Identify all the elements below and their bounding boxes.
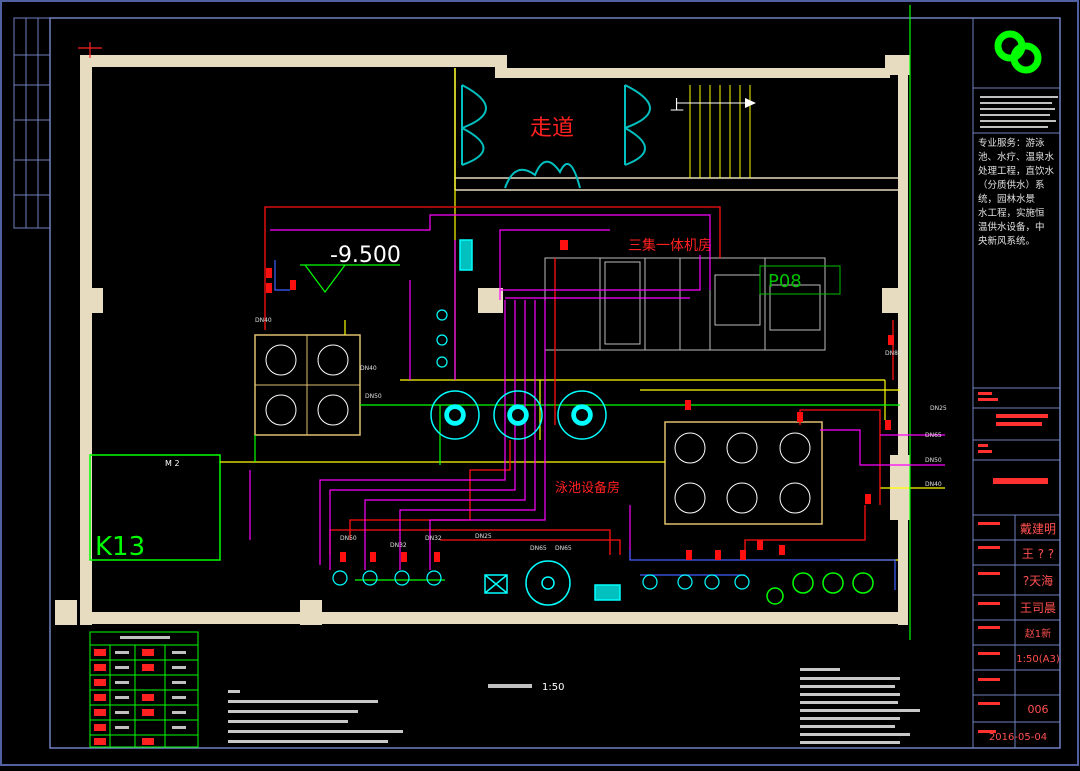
blurb-line: 央新风系统。 <box>978 235 1035 247</box>
stair-up-label: 上 <box>670 98 684 114</box>
level-marker-icon <box>300 264 400 294</box>
pipe-tag: DN50 <box>340 535 357 542</box>
designer-name: 戴建明 <box>1020 521 1056 536</box>
pipe-tag: DN80 <box>885 350 902 357</box>
reviewer-name: 赵1新 <box>1025 627 1051 640</box>
company-logo-icon <box>994 30 1042 74</box>
drawing-date: 2016-05-04 <box>989 732 1047 743</box>
pipes-green <box>254 5 911 640</box>
p08-label: P08 <box>768 271 802 292</box>
level-label: -9.500 <box>330 243 401 268</box>
pipe-tag: DN40 <box>360 365 377 372</box>
title-field-labels <box>978 392 1048 733</box>
drawing-canvas: 专业服务：游泳 池、水疗、温泉水 处理工程，直饮水 （分质供水）系 统，园林水景… <box>0 0 1079 766</box>
pipe-tag: DN65 <box>555 545 572 552</box>
filter-tank <box>664 421 823 525</box>
drafter-name: 王 ? ? <box>1022 547 1054 561</box>
blurb-line: 统，园林水景 <box>978 193 1035 205</box>
plan-scale-label: 1:50 <box>542 682 564 693</box>
pipe-tag: DN25 <box>930 405 947 412</box>
sheet-number: 006 <box>1028 703 1049 716</box>
blurb-line: 处理工程，直饮水 <box>978 165 1055 177</box>
blurb-line: （分质供水）系 <box>978 179 1045 191</box>
pipe-tag: DN32 <box>425 535 442 542</box>
company-blurb: 专业服务：游泳 池、水疗、温泉水 处理工程，直饮水 （分质供水）系 统，园林水景… <box>978 137 1055 247</box>
pipes-magenta <box>249 214 945 570</box>
scale-value: 1:50(A3) <box>1016 654 1060 665</box>
corridor-outline <box>454 68 905 191</box>
revision-strip <box>13 17 51 229</box>
design-notes <box>228 690 403 743</box>
corridor-label: 走道 <box>530 116 574 141</box>
title-block-values: 戴建明 王 ? ? ?天海 王司晨 赵1新 1:50(A3) 006 2016-… <box>989 521 1060 743</box>
pipe-tag: DN40 <box>255 317 272 324</box>
pipe-material-notes <box>800 668 920 744</box>
pipe-tag: DN40 <box>925 481 942 488</box>
heat-pumps <box>766 572 874 605</box>
equipment-room-label: 泳池设备房 <box>555 480 620 496</box>
blurb-line: 水工程，实施恒 <box>978 207 1045 219</box>
pipe-tag: DN32 <box>390 542 407 549</box>
pipe-tag: DN50 <box>925 457 942 464</box>
plan-title-bar <box>488 684 532 688</box>
approver-name: 王司晨 <box>1020 601 1056 615</box>
stair <box>680 85 751 178</box>
pipe-tag: DN65 <box>925 432 942 439</box>
m2-label: M 2 <box>165 459 180 468</box>
blurb-line: 池、水疗、温泉水 <box>978 151 1055 163</box>
pipe-tag: DN25 <box>475 533 492 540</box>
cad-drawing-viewport[interactable]: 专业服务：游泳 池、水疗、温泉水 处理工程，直饮水 （分质供水）系 统，园林水景… <box>0 0 1080 767</box>
pipe-tag: DN65 <box>530 545 547 552</box>
pump-letters <box>449 409 588 421</box>
blurb-line: 温供水设备，中 <box>978 221 1045 233</box>
blurb-line: 专业服务：游泳 <box>978 137 1045 149</box>
unit-room-label: 三集一体机房 <box>628 237 712 254</box>
checker-name: ?天海 <box>1023 573 1053 588</box>
pipe-tag: DN50 <box>365 393 382 400</box>
k13-label: K13 <box>95 532 145 562</box>
company-contact-lines <box>980 96 1058 128</box>
cooling-tank <box>254 334 361 436</box>
